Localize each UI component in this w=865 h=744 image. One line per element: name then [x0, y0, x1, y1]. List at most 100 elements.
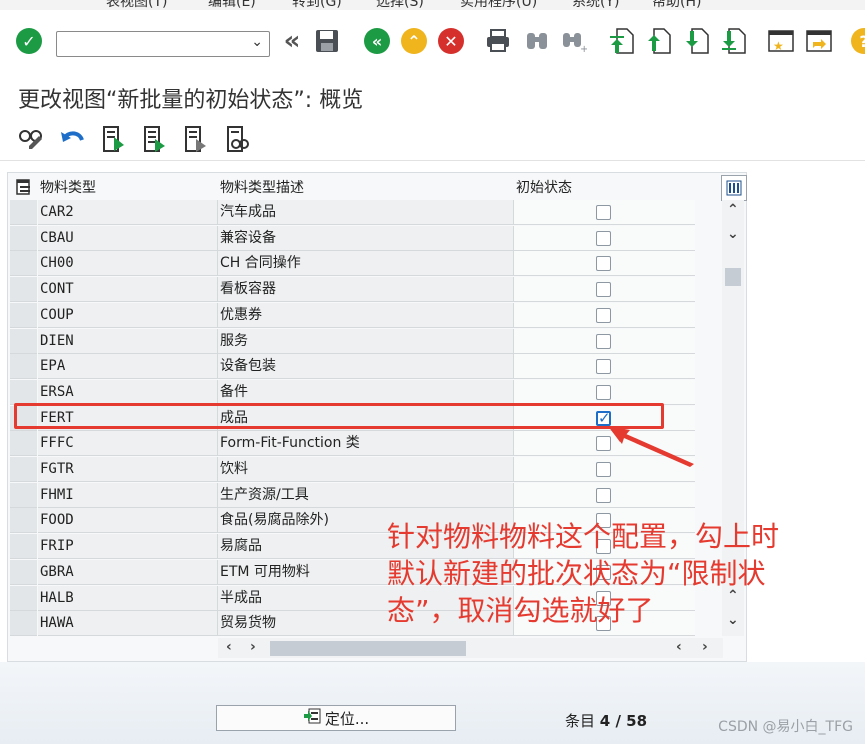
select-all-icon[interactable] — [140, 124, 170, 154]
row-selector[interactable] — [10, 482, 37, 508]
menu-edit[interactable]: 编辑(E) — [208, 0, 256, 10]
menu-utilities[interactable]: 实用程序(U) — [460, 0, 537, 10]
initial-status-cell — [514, 200, 695, 225]
details-icon[interactable] — [99, 124, 129, 154]
initial-status-cell — [514, 251, 695, 277]
menu-goto[interactable]: 转到(G) — [292, 0, 342, 10]
material-type-cell: FFFC — [38, 431, 218, 457]
select-block-icon[interactable] — [181, 124, 211, 154]
svg-text:★: ★ — [773, 39, 784, 53]
description-cell: 看板容器 — [218, 277, 514, 303]
last-page-icon[interactable] — [720, 27, 748, 55]
vertical-scroll-thumb[interactable] — [725, 268, 741, 286]
initial-status-checkbox[interactable] — [596, 359, 611, 375]
double-left-icon[interactable]: « — [278, 26, 306, 56]
column-header-description[interactable]: 物料类型描述 — [220, 175, 304, 199]
menu-table-view[interactable]: 表视图(T) — [106, 0, 167, 10]
help-icon[interactable]: ? — [851, 27, 865, 55]
toolbar-separator — [0, 160, 865, 161]
horizontal-scrollbar[interactable]: ‹ › ‹ › — [218, 638, 723, 658]
table-row: CONT 看板容器 — [10, 277, 695, 303]
scroll-up-icon[interactable]: ⌃ — [727, 202, 739, 218]
find-icon[interactable] — [523, 27, 551, 55]
initial-status-checkbox[interactable] — [596, 282, 611, 298]
scroll-right-icon[interactable]: › — [250, 639, 256, 655]
material-type-cell: HAWA — [38, 611, 218, 637]
table-row: COUP 优惠券 — [10, 302, 695, 328]
initial-status-checkbox[interactable] — [596, 487, 611, 503]
scroll-down-icon[interactable]: ⌄ — [727, 226, 739, 242]
description-cell: 备件 — [218, 379, 514, 405]
command-field[interactable]: ⌄ — [56, 31, 270, 57]
row-selector[interactable] — [10, 200, 37, 225]
description-cell: 优惠券 — [218, 302, 514, 328]
find-next-icon[interactable]: + — [560, 27, 588, 55]
row-selector[interactable] — [10, 328, 37, 354]
row-selector[interactable] — [10, 302, 37, 328]
initial-status-checkbox[interactable] — [596, 205, 611, 220]
menu-help[interactable]: 帮助(H) — [652, 0, 701, 10]
initial-status-checkbox[interactable] — [596, 333, 611, 349]
undo-icon[interactable] — [58, 124, 88, 154]
row-selector[interactable] — [10, 457, 37, 482]
row-selector[interactable] — [10, 225, 37, 251]
menu-select[interactable]: 选择(S) — [376, 0, 424, 10]
material-type-cell: CONT — [38, 277, 218, 303]
description-cell: Form-Fit-Function 类 — [218, 431, 514, 457]
table-row: FFFC Form-Fit-Function 类 — [10, 431, 695, 457]
initial-status-checkbox[interactable] — [596, 230, 611, 246]
material-type-cell: CBAU — [38, 225, 218, 251]
save-icon[interactable] — [313, 27, 341, 55]
initial-status-checkbox[interactable] — [596, 384, 611, 400]
row-selector[interactable] — [10, 277, 37, 303]
table-row: CH00 CH 合同操作 — [10, 251, 695, 277]
initial-status-cell — [514, 225, 695, 251]
first-page-icon[interactable] — [608, 27, 636, 55]
menu-bar: 表视图(T) 编辑(E) 转到(G) 选择(S) 实用程序(U) 系统(Y) 帮… — [0, 0, 865, 10]
enter-icon[interactable]: ✓ — [15, 27, 43, 55]
scroll-left-icon[interactable]: ‹ — [226, 639, 232, 655]
highlight-box — [14, 403, 664, 429]
row-selector[interactable] — [10, 534, 37, 560]
table-row: FGTR 饮料 — [10, 457, 695, 482]
scroll-far-right-icon[interactable]: › — [702, 639, 708, 655]
shortcut-icon[interactable] — [805, 27, 833, 55]
menu-system[interactable]: 系统(Y) — [572, 0, 619, 10]
column-config-icon[interactable] — [721, 175, 747, 201]
column-header-material-type[interactable]: 物料类型 — [40, 175, 96, 199]
table-row: CBAU 兼容设备 — [10, 225, 695, 251]
horizontal-scroll-thumb[interactable] — [270, 641, 466, 656]
row-selector[interactable] — [10, 354, 37, 380]
initial-status-cell — [514, 482, 695, 508]
initial-status-cell — [514, 328, 695, 354]
row-selector[interactable] — [10, 251, 37, 277]
initial-status-checkbox[interactable] — [596, 256, 611, 272]
display-change-icon[interactable] — [16, 124, 46, 154]
scroll-far-left-icon[interactable]: ‹ — [676, 639, 682, 655]
previous-page-icon[interactable] — [645, 27, 673, 55]
deselect-all-icon[interactable] — [223, 124, 253, 154]
row-selector[interactable] — [10, 431, 37, 457]
row-selector[interactable] — [10, 379, 37, 405]
row-selector[interactable] — [10, 585, 37, 611]
row-selector[interactable] — [10, 508, 37, 534]
position-button[interactable]: 定位... — [216, 705, 456, 731]
create-session-icon[interactable]: ★ — [767, 27, 795, 55]
entry-label: 条目 — [565, 712, 596, 730]
chevron-down-icon[interactable]: ⌄ — [251, 34, 263, 50]
exit-icon[interactable]: ⌃ — [400, 27, 428, 55]
table-settings-icon[interactable] — [12, 175, 36, 199]
row-selector[interactable] — [10, 611, 37, 637]
next-page-icon[interactable] — [683, 27, 711, 55]
material-type-cell: FRIP — [38, 534, 218, 560]
cancel-icon[interactable]: ✕ — [437, 27, 465, 55]
row-selector[interactable] — [10, 559, 37, 585]
initial-status-checkbox[interactable] — [596, 307, 611, 323]
back-icon[interactable]: « — [363, 27, 391, 55]
print-icon[interactable] — [484, 27, 512, 55]
initial-status-cell — [514, 277, 695, 303]
material-type-cell: FHMI — [38, 482, 218, 508]
column-header-initial-status[interactable]: 初始状态 — [516, 175, 572, 199]
material-type-cell: ERSA — [38, 379, 218, 405]
initial-status-cell — [514, 379, 695, 405]
